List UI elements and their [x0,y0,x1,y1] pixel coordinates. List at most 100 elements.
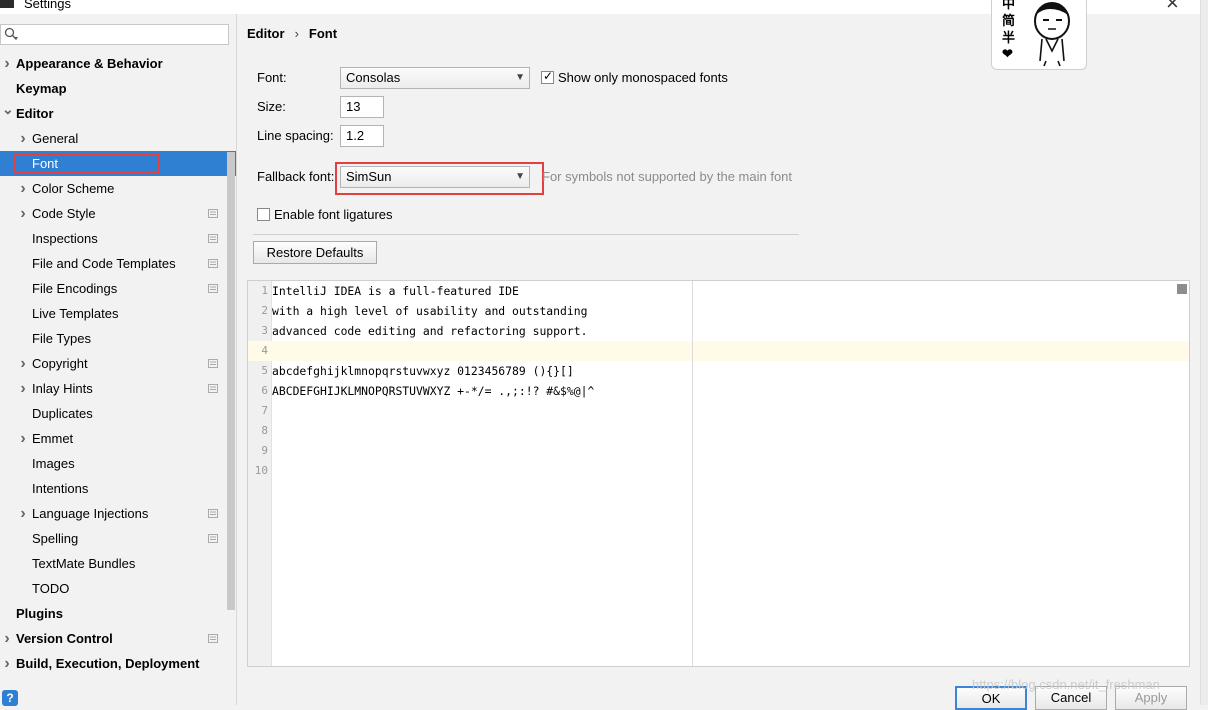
search-icon [4,27,18,40]
editor-status-marker [1177,284,1187,294]
line-spacing-label: Line spacing: [257,128,334,143]
fallback-font-label: Fallback font: [257,169,335,184]
sticker-char: 半 [1002,30,1016,45]
search-input[interactable] [0,24,229,45]
sidebar-item-label: Editor [16,106,54,121]
sidebar-item-label: Duplicates [32,406,93,421]
line-number: 8 [261,424,268,437]
help-icon[interactable]: ? [2,690,18,706]
monospaced-checkbox[interactable]: ✓ [541,69,554,84]
project-config-icon [208,384,218,393]
chevron-right-icon[interactable]: › [18,501,28,526]
font-label: Font: [257,70,287,85]
sidebar-item-intentions[interactable]: Intentions [0,476,236,501]
app-icon [0,0,14,8]
ligatures-checkbox[interactable] [257,208,270,221]
line-number: 7 [261,404,268,417]
cartoon-face-icon [1034,2,1070,67]
line-spacing-field[interactable]: 1.2 [340,125,384,147]
fallback-highlight-box [335,162,544,195]
sidebar-item-copyright[interactable]: › Copyright [0,351,236,376]
right-scroll-strip [1200,0,1208,705]
sidebar-item-keymap[interactable]: Keymap [0,76,236,101]
sidebar-item-version-control[interactable]: › Version Control [0,626,236,651]
sidebar-item-editor[interactable]: ⌄ Editor [0,101,236,126]
sidebar-item-appearance-behavior[interactable]: › Appearance & Behavior [0,51,236,76]
sticker-char: 简 [1002,13,1016,28]
heart-icon: ❤ [1002,46,1013,61]
line-number: 10 [254,464,268,477]
project-config-icon [208,534,218,543]
chevron-right-icon[interactable]: › [2,626,12,651]
sidebar-item-label: File and Code Templates [32,256,176,271]
sidebar-scrollbar[interactable] [227,152,235,610]
sidebar-item-textmate-bundles[interactable]: TextMate Bundles [0,551,236,576]
breadcrumb-separator: › [294,26,299,41]
font-select-value: Consolas [346,70,401,85]
line-number: 5 [261,364,268,377]
chevron-right-icon[interactable]: › [18,351,28,376]
size-field[interactable]: 13 [340,96,384,118]
sidebar-divider [236,14,237,705]
preview-code-line: abcdefghijklmnopqrstuvwxyz 0123456789 ()… [272,364,574,378]
line-number: 6 [261,384,268,397]
sidebar-item-label: File Encodings [32,281,118,296]
sidebar-item-language-injections[interactable]: › Language Injections [0,501,236,526]
chevron-right-icon[interactable]: › [18,426,28,451]
ligatures-label: Enable font ligatures [274,207,393,222]
sidebar-item-color-scheme[interactable]: › Color Scheme [0,176,236,201]
sidebar-item-images[interactable]: Images [0,451,236,476]
preview-code-line: ABCDEFGHIJKLMNOPQRSTUVWXYZ +-*/= .,;:!? … [272,384,595,398]
sidebar-item-label: Emmet [32,431,74,446]
sidebar-item-spelling[interactable]: Spelling [0,526,236,551]
current-line-highlight [248,341,1189,361]
sidebar-item-label: Keymap [16,81,67,96]
chevron-right-icon[interactable]: › [18,126,28,151]
line-number: 3 [261,324,268,337]
chevron-right-icon[interactable]: › [18,201,28,226]
chevron-right-icon[interactable]: › [18,376,28,401]
font-select[interactable]: Consolas ▼ [340,67,530,89]
sidebar-item-plugins[interactable]: Plugins [0,601,236,626]
line-number: 9 [261,444,268,457]
chevron-down-icon[interactable]: ⌄ [2,97,14,122]
chevron-right-icon[interactable]: › [18,176,28,201]
chevron-right-icon[interactable]: › [2,51,12,76]
line-number: 2 [261,304,268,317]
sidebar-item-label: Spelling [32,531,79,546]
preview-code-line: IntelliJ IDEA is a full-featured IDE [272,284,519,298]
sidebar-item-label: Inlay Hints [32,381,93,396]
close-icon[interactable]: × [1166,0,1179,16]
font-highlight-box [14,153,159,174]
sidebar-item-file-and-code-templates[interactable]: File and Code Templates [0,251,236,276]
sidebar-item-build-execution-deployment[interactable]: › Build, Execution, Deployment [0,651,236,676]
sidebar-item-label: Build, Execution, Deployment [16,656,200,671]
window-title: Settings [24,0,71,11]
sidebar-item-label: Inspections [32,231,98,246]
sidebar-item-label: General [32,131,79,146]
sidebar-item-emmet[interactable]: › Emmet [0,426,236,451]
line-number: 4 [261,344,268,357]
breadcrumb: Editor › Font [247,26,337,41]
restore-defaults-button[interactable]: Restore Defaults [253,241,377,264]
sticker-text: 中 简 半 ❤ [1002,0,1018,61]
breadcrumb-current: Font [308,26,338,41]
sidebar-item-label: Code Style [32,206,96,221]
sidebar-item-inspections[interactable]: Inspections [0,226,236,251]
sidebar-item-inlay-hints[interactable]: › Inlay Hints [0,376,236,401]
sidebar-item-duplicates[interactable]: Duplicates [0,401,236,426]
project-config-icon [208,234,218,243]
sidebar-item-code-style[interactable]: › Code Style [0,201,236,226]
sidebar-item-todo[interactable]: TODO [0,576,236,601]
breadcrumb-parent[interactable]: Editor [247,26,285,41]
sidebar-item-file-types[interactable]: File Types [0,326,236,351]
sidebar-item-general[interactable]: › General [0,126,236,151]
sidebar-item-file-encodings[interactable]: File Encodings [0,276,236,301]
project-config-icon [208,634,218,643]
chevron-down-icon: ▼ [515,72,525,83]
sidebar-item-label: File Types [32,331,92,346]
sidebar-item-live-templates[interactable]: Live Templates [0,301,236,326]
sidebar-item-label: TODO [32,581,70,596]
size-label: Size: [257,99,286,114]
chevron-right-icon[interactable]: › [2,651,12,676]
